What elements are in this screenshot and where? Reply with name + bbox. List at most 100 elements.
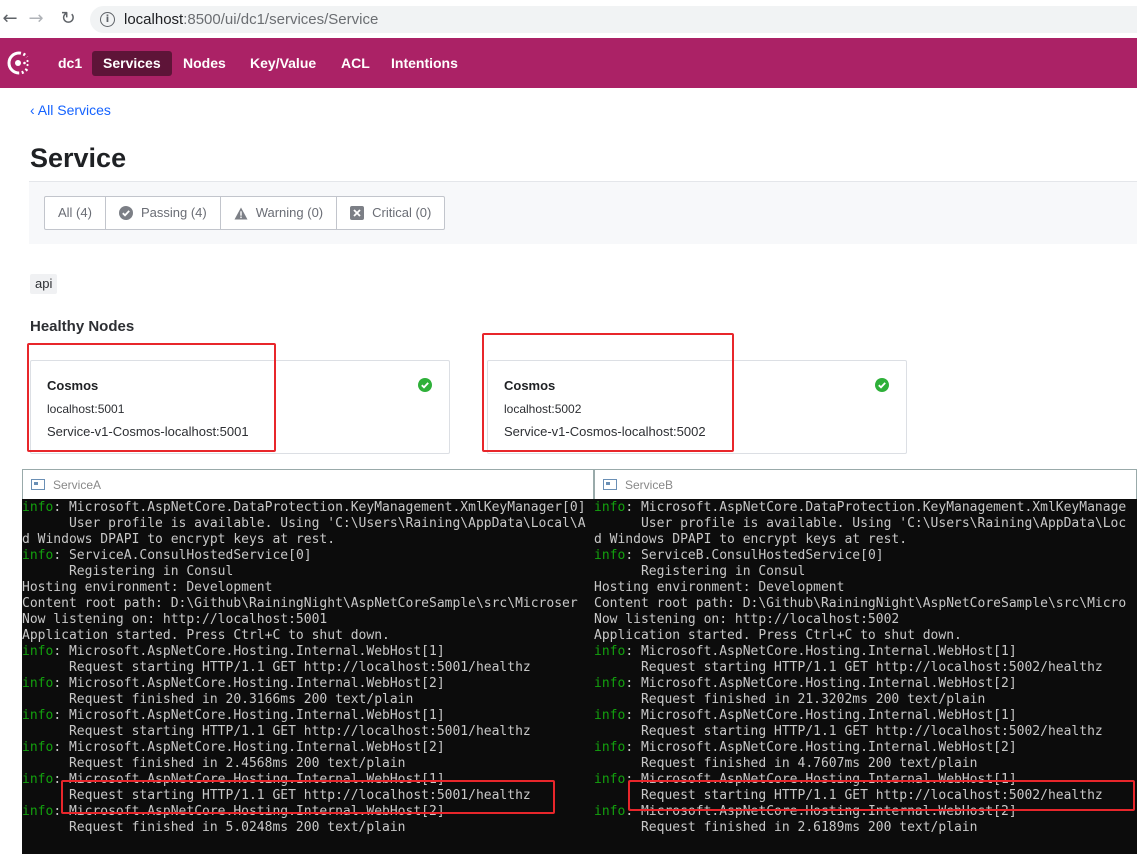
log-text: Request starting HTTP/1.1 GET http://loc… [594, 724, 1103, 739]
console-line: Request finished in 21.3202ms 200 text/p… [594, 692, 1137, 708]
nav-intentions[interactable]: Intentions [380, 51, 469, 76]
log-level: info [594, 772, 626, 787]
console-line: Hosting environment: Development [594, 580, 1137, 596]
log-level: info [594, 548, 626, 563]
log-text: : Microsoft.AspNetCore.Hosting.Internal.… [625, 708, 1017, 723]
log-text: Hosting environment: Development [22, 580, 273, 595]
console-line: Content root path: D:\Github\RainingNigh… [594, 596, 1137, 612]
health-filter-group: All (4) Passing (4) Warning (0) Critical… [44, 196, 446, 230]
console-line: Request starting HTTP/1.1 GET http://loc… [594, 724, 1137, 740]
log-text: Request finished in 21.3202ms 200 text/p… [594, 692, 986, 707]
back-arrow-icon[interactable]: ← [0, 8, 20, 30]
console-line: Request finished in 5.0248ms 200 text/pl… [22, 820, 594, 836]
address-bar[interactable]: i localhost:8500/ui/dc1/services/Service [90, 6, 1137, 33]
forward-arrow-icon[interactable]: → [26, 8, 46, 30]
filter-all[interactable]: All (4) [45, 197, 106, 229]
log-text: : Microsoft.AspNetCore.Hosting.Internal.… [53, 676, 445, 691]
log-text: Registering in Consul [22, 564, 234, 579]
console-line: info: Microsoft.AspNetCore.Hosting.Inter… [22, 708, 594, 724]
console-line: User profile is available. Using 'C:\Use… [22, 516, 594, 532]
log-level: info [594, 804, 626, 819]
console-window-icon [31, 479, 45, 490]
console-titlebar[interactable]: ServiceA [22, 469, 594, 499]
console-line: info: Microsoft.AspNetCore.Hosting.Inter… [22, 740, 594, 756]
console-line: info: ServiceB.ConsulHostedService[0] [594, 548, 1137, 564]
log-text: : Microsoft.AspNetCore.Hosting.Internal.… [625, 676, 1017, 691]
console-line: info: Microsoft.AspNetCore.Hosting.Inter… [594, 644, 1137, 660]
console-line: d Windows DPAPI to encrypt keys at rest. [594, 532, 1137, 548]
log-level: info [22, 500, 54, 515]
nav-datacenter-dc1[interactable]: dc1 [47, 51, 93, 76]
service-tag-api: api [30, 274, 58, 294]
log-text: : ServiceA.ConsulHostedService[0] [53, 548, 312, 563]
filter-warning[interactable]: Warning (0) [221, 197, 338, 229]
log-level: info [22, 644, 54, 659]
highlight-box-request-5001 [61, 780, 555, 814]
console-line: Request finished in 4.7607ms 200 text/pl… [594, 756, 1137, 772]
console-line: Application started. Press Ctrl+C to shu… [594, 628, 1137, 644]
console-line: Request finished in 20.3166ms 200 text/p… [22, 692, 594, 708]
top-navigation: dc1 Services Nodes Key/Value ACL Intenti… [0, 38, 1137, 88]
log-text: : Microsoft.AspNetCore.DataProtection.Ke… [625, 500, 1127, 515]
filter-warning-label: Warning (0) [255, 205, 324, 220]
log-level: info [22, 708, 54, 723]
log-level: info [594, 740, 626, 755]
console-titlebar[interactable]: ServiceB [594, 469, 1137, 499]
nav-acl[interactable]: ACL [330, 51, 381, 76]
log-text: : Microsoft.AspNetCore.Hosting.Internal.… [53, 644, 445, 659]
highlight-box-request-5002 [628, 780, 1135, 811]
health-filter-bar: All (4) Passing (4) Warning (0) Critical… [29, 181, 1137, 244]
critical-x-icon [350, 206, 365, 220]
console-line: Request starting HTTP/1.1 GET http://loc… [594, 660, 1137, 676]
console-line: Hosting environment: Development [22, 580, 594, 596]
log-text: Hosting environment: Development [594, 580, 845, 595]
console-line: Content root path: D:\Github\RainingNigh… [22, 596, 594, 612]
nav-nodes[interactable]: Nodes [172, 51, 237, 76]
filter-critical-label: Critical (0) [372, 205, 432, 220]
log-text: Request finished in 20.3166ms 200 text/p… [22, 692, 414, 707]
console-title: ServiceB [625, 478, 674, 492]
log-level: info [22, 548, 54, 563]
log-level: info [22, 676, 54, 691]
url-host: localhost [124, 11, 184, 28]
consul-logo-icon[interactable] [6, 50, 32, 76]
browser-toolbar: ← → ↻ i localhost:8500/ui/dc1/services/S… [0, 0, 1137, 39]
healthy-nodes-heading: Healthy Nodes [30, 318, 135, 335]
site-info-icon[interactable]: i [100, 12, 115, 27]
console-line: Now listening on: http://localhost:5001 [22, 612, 594, 628]
highlight-box-node-5001 [27, 343, 276, 452]
console-line: Request starting HTTP/1.1 GET http://loc… [22, 724, 594, 740]
log-text: Application started. Press Ctrl+C to shu… [22, 628, 390, 643]
filter-passing-label: Passing (4) [140, 205, 207, 220]
log-text: Request finished in 2.6189ms 200 text/pl… [594, 820, 978, 835]
log-text: Request finished in 2.4568ms 200 text/pl… [22, 756, 406, 771]
log-text: : Microsoft.AspNetCore.Hosting.Internal.… [53, 740, 445, 755]
filter-passing[interactable]: Passing (4) [106, 197, 221, 229]
console-line: User profile is available. Using 'C:\Use… [594, 516, 1137, 532]
passing-check-icon [875, 378, 889, 392]
console-line: info: Microsoft.AspNetCore.Hosting.Inter… [22, 676, 594, 692]
log-text: Now listening on: http://localhost:5001 [22, 612, 328, 627]
console-line: info: Microsoft.AspNetCore.Hosting.Inter… [22, 644, 594, 660]
log-text: Request starting HTTP/1.1 GET http://loc… [22, 660, 531, 675]
console-line: Request finished in 2.4568ms 200 text/pl… [22, 756, 594, 772]
filter-critical[interactable]: Critical (0) [337, 197, 444, 229]
console-line: info: Microsoft.AspNetCore.Hosting.Inter… [594, 676, 1137, 692]
log-text: Content root path: D:\Github\RainingNigh… [22, 596, 578, 611]
reload-icon[interactable]: ↻ [58, 8, 78, 30]
nav-services[interactable]: Services [92, 51, 172, 76]
all-services-link[interactable]: ‹ All Services [30, 102, 111, 118]
log-text: Request finished in 4.7607ms 200 text/pl… [594, 756, 978, 771]
console-line: Registering in Consul [22, 564, 594, 580]
log-text: d Windows DPAPI to encrypt keys at rest. [594, 532, 908, 547]
log-level: info [594, 644, 626, 659]
console-line: Request starting HTTP/1.1 GET http://loc… [22, 660, 594, 676]
log-text: Request starting HTTP/1.1 GET http://loc… [22, 724, 531, 739]
log-text: Content root path: D:\Github\RainingNigh… [594, 596, 1127, 611]
nav-key-value[interactable]: Key/Value [239, 51, 327, 76]
log-text: Now listening on: http://localhost:5002 [594, 612, 900, 627]
url-text[interactable]: localhost:8500/ui/dc1/services/Service [124, 10, 378, 29]
log-text: User profile is available. Using 'C:\Use… [594, 516, 1127, 531]
log-text: d Windows DPAPI to encrypt keys at rest. [22, 532, 336, 547]
log-level: info [594, 676, 626, 691]
